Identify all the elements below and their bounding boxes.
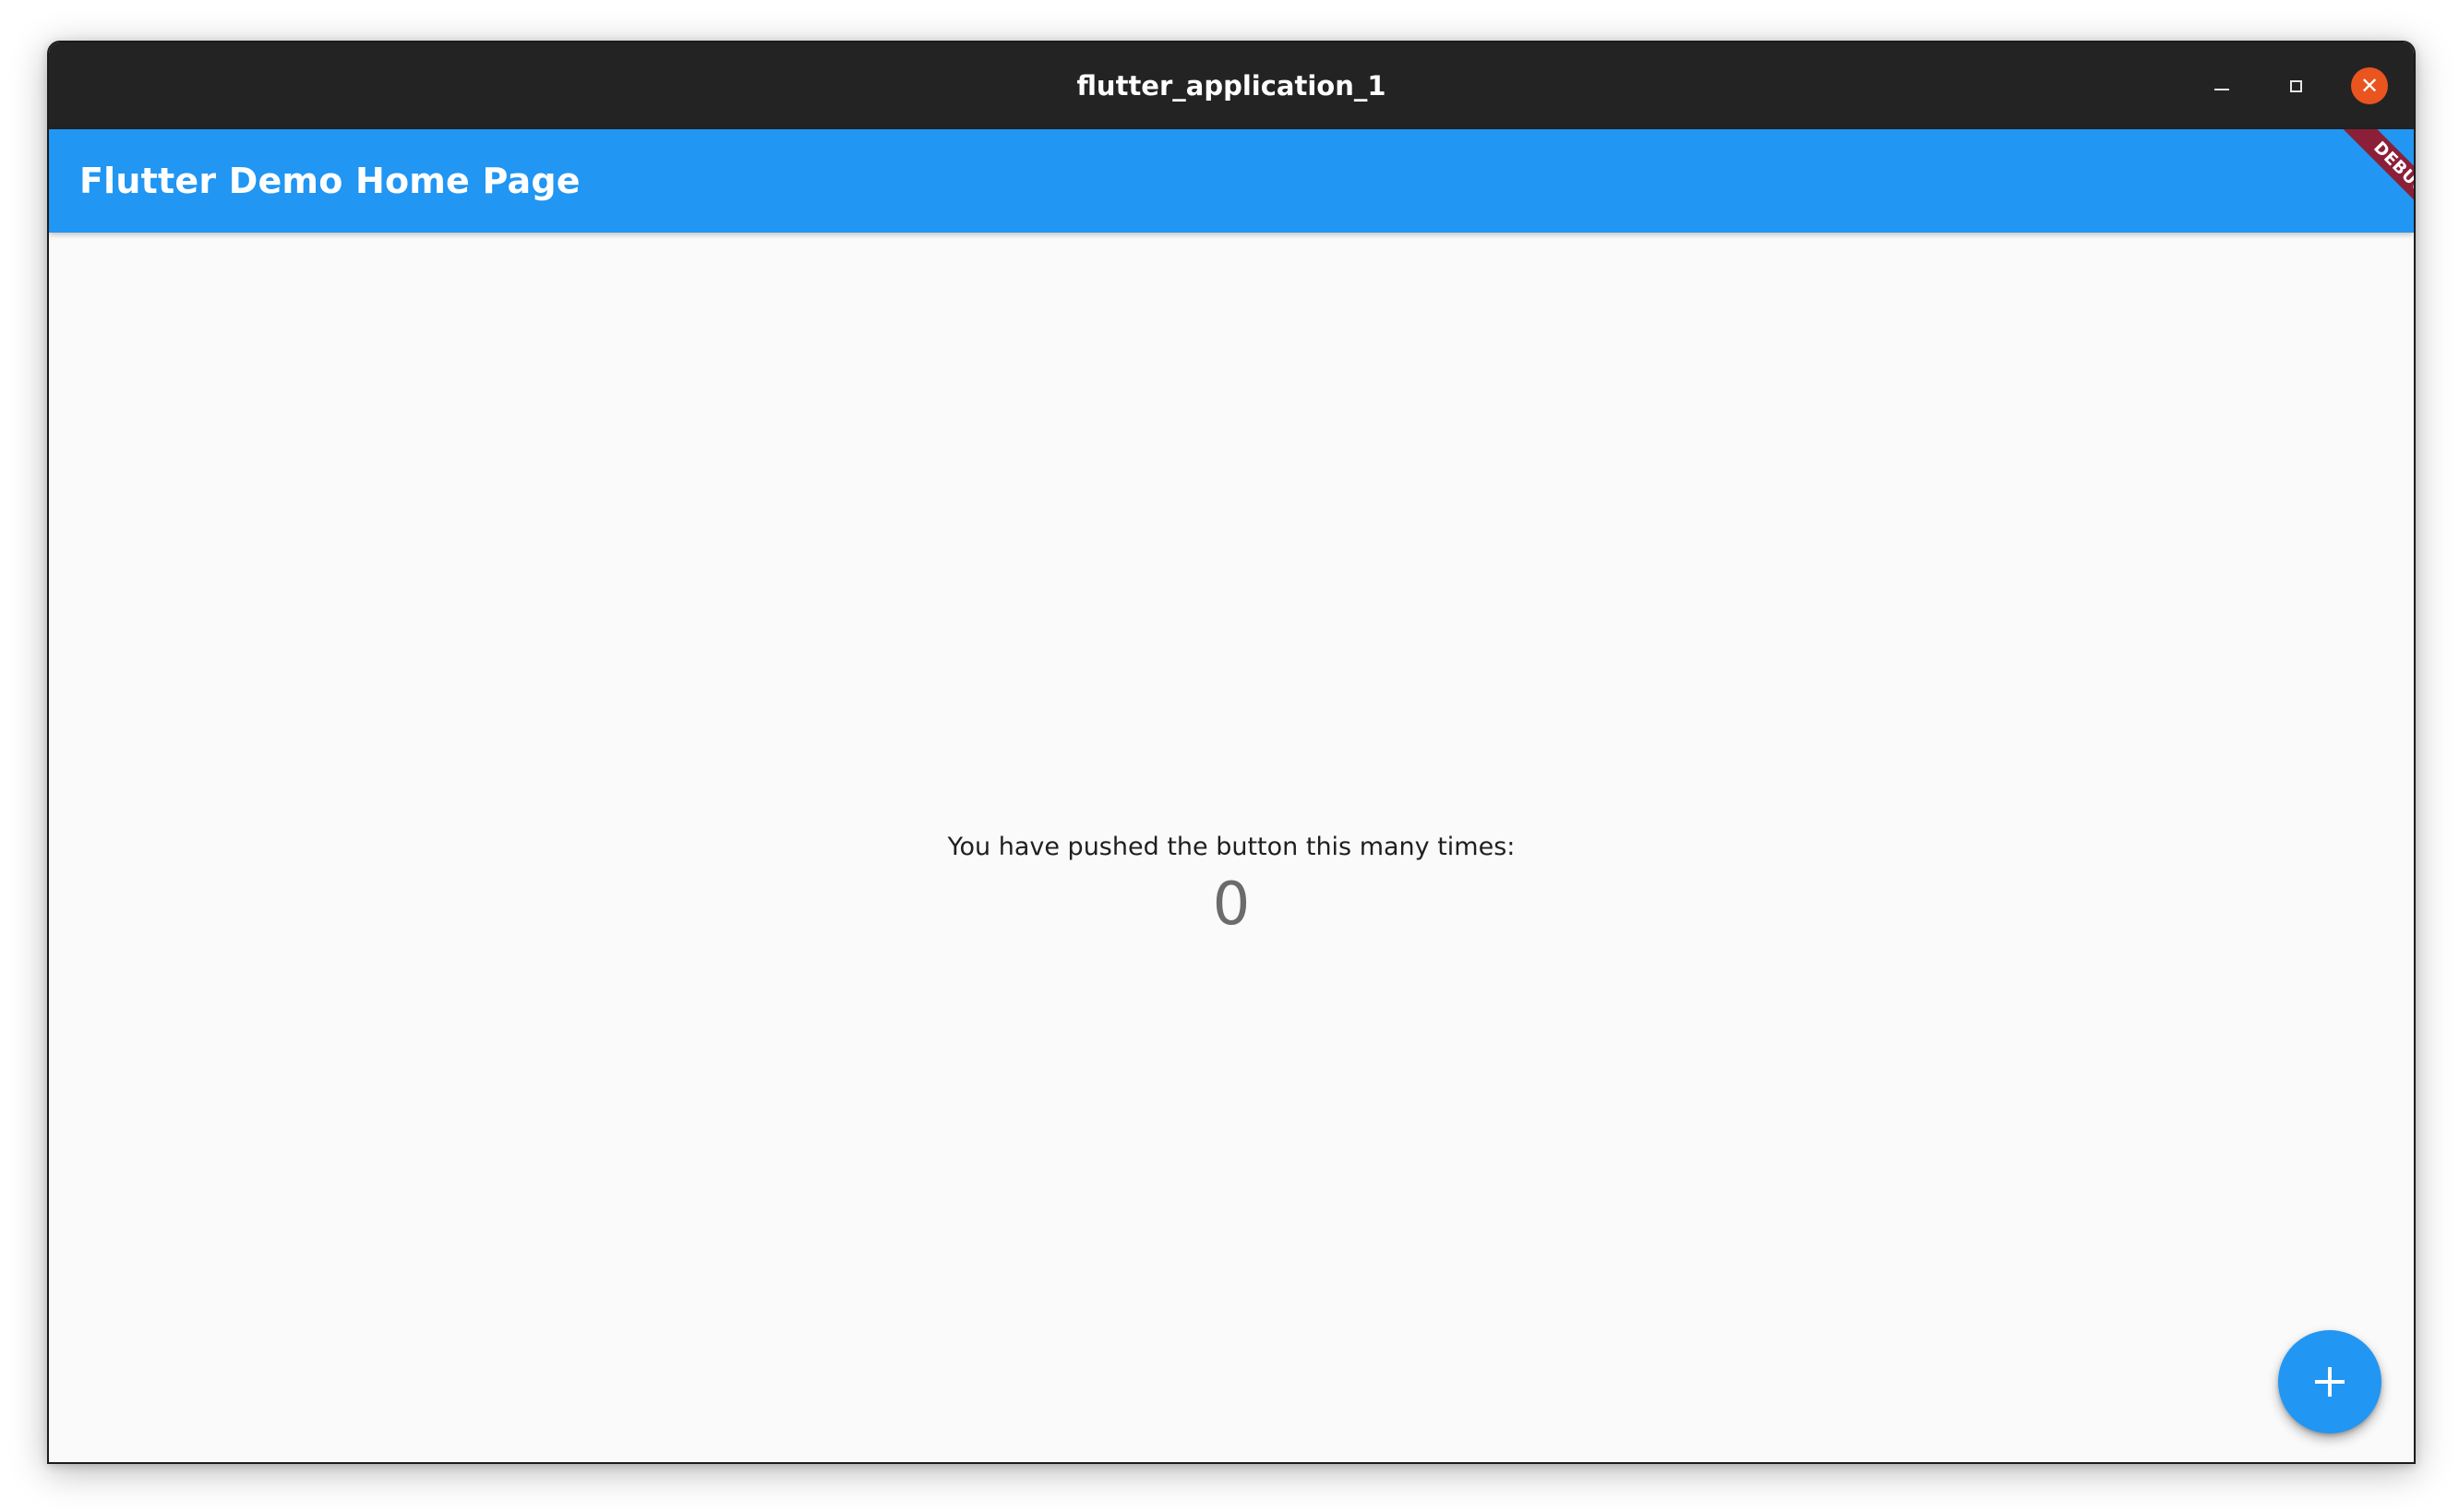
page-title: Flutter Demo Home Page [79, 161, 581, 201]
maximize-icon [2289, 79, 2302, 92]
window-title: flutter_application_1 [1076, 70, 1386, 102]
counter-value: 0 [1212, 870, 1251, 939]
close-icon: ✕ [2359, 73, 2380, 99]
maximize-button[interactable] [2277, 67, 2314, 104]
increment-button[interactable] [2278, 1330, 2381, 1434]
counter-label: You have pushed the button this many tim… [947, 833, 1516, 861]
add-icon [2315, 1367, 2345, 1397]
app-window: flutter_application_1 ✕ Flutter Demo Hom… [47, 41, 2416, 1464]
main-content: You have pushed the button this many tim… [49, 233, 2414, 1462]
window-titlebar[interactable]: flutter_application_1 ✕ [49, 42, 2414, 129]
app-bar: Flutter Demo Home Page [49, 129, 2414, 233]
close-button[interactable]: ✕ [2351, 67, 2388, 104]
debug-banner-container: DEBUG [2303, 129, 2414, 240]
minimize-button[interactable] [2203, 67, 2240, 104]
debug-banner: DEBUG [2329, 129, 2414, 240]
minimize-icon [2214, 89, 2229, 90]
